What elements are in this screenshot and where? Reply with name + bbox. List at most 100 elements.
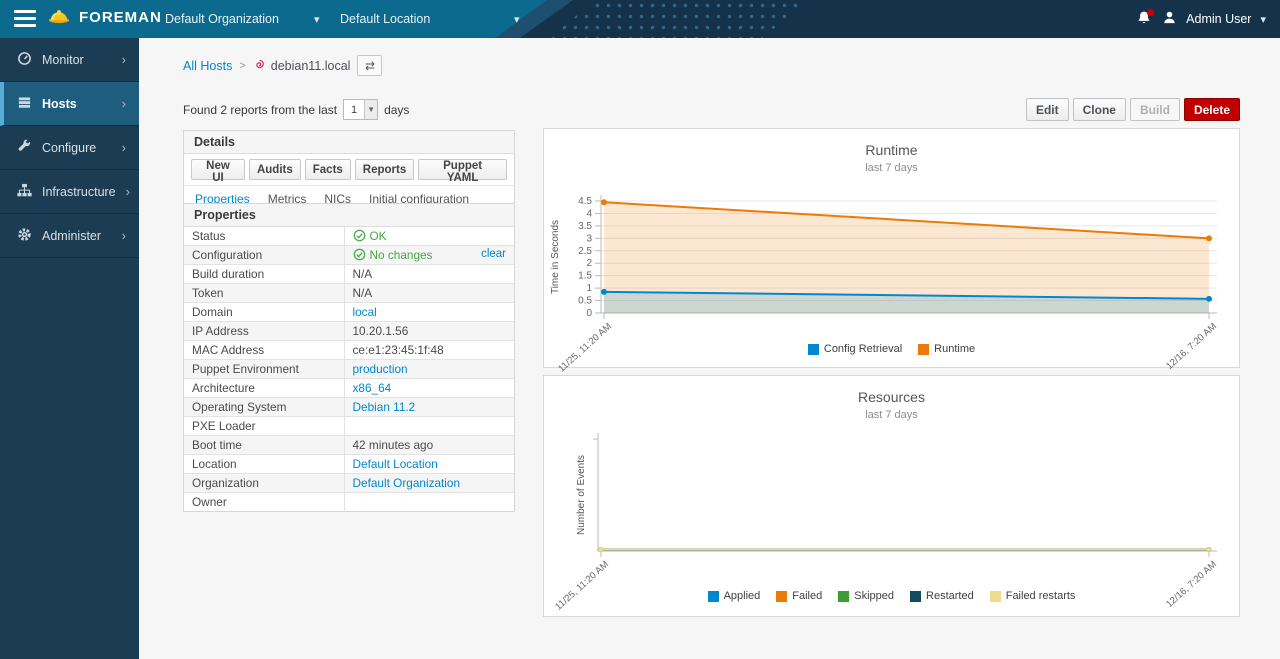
- legend-item-config-retrieval[interactable]: Config Retrieval: [808, 343, 902, 355]
- property-row-pxe-loader: PXE Loader: [184, 417, 514, 436]
- host-switcher-button[interactable]: ⇄: [357, 55, 382, 76]
- user-menu-caret-icon[interactable]: ▾: [1260, 13, 1266, 26]
- new-ui-button[interactable]: New UI: [191, 159, 245, 180]
- edit-button[interactable]: Edit: [1026, 98, 1069, 121]
- y-tick-label: 3.5: [578, 221, 592, 232]
- host-name: debian11.local: [271, 59, 351, 73]
- property-row-owner: Owner: [184, 493, 514, 512]
- delete-button[interactable]: Delete: [1184, 98, 1240, 121]
- user-avatar-icon[interactable]: [1162, 10, 1177, 28]
- sidebar-item-monitor[interactable]: Monitor›: [0, 38, 139, 82]
- hamburger-menu-icon[interactable]: [14, 10, 36, 27]
- property-value: [344, 493, 514, 512]
- property-row-token: TokenN/A: [184, 284, 514, 303]
- legend-item-restarted[interactable]: Restarted: [910, 590, 974, 602]
- legend-label: Config Retrieval: [824, 343, 902, 355]
- property-value: [344, 417, 514, 436]
- property-label: Configuration: [184, 246, 344, 265]
- property-label: Owner: [184, 493, 344, 512]
- breadcrumb-current-host: debian11.local: [253, 58, 351, 74]
- y-tick-label: 1.5: [578, 271, 592, 282]
- clear-link[interactable]: clear: [481, 248, 506, 260]
- sidebar-item-label: Hosts: [42, 97, 77, 111]
- legend-item-runtime[interactable]: Runtime: [918, 343, 975, 355]
- organization-caret-icon[interactable]: ▾: [314, 13, 320, 26]
- legend-item-applied[interactable]: Applied: [708, 590, 761, 602]
- audits-button[interactable]: Audits: [249, 159, 301, 180]
- resources-chart: Number of Events11/25, 11:20 AM12/16, 7:…: [544, 431, 1239, 599]
- y-tick-label: 0: [586, 308, 592, 319]
- sidebar-item-label: Monitor: [42, 53, 84, 67]
- property-row-location: Location Default Location: [184, 455, 514, 474]
- main-content: All Hosts > debian11.local ⇄ Found 2 rep…: [139, 38, 1280, 659]
- property-label: Architecture: [184, 379, 344, 398]
- legend-swatch: [838, 591, 849, 602]
- days-select-caret-icon: ▼: [364, 100, 377, 119]
- puppet-yaml-button[interactable]: Puppet YAML: [418, 159, 507, 180]
- organization-dropdown[interactable]: Default Organization: [165, 12, 279, 26]
- property-row-status: Status OK: [184, 227, 514, 246]
- days-select[interactable]: 1 ▼: [343, 99, 378, 120]
- sidebar-item-label: Configure: [42, 141, 96, 155]
- properties-table: Status OK ConfigurationNo changesclearBuil…: [184, 227, 514, 511]
- y-tick-label: 0.5: [578, 296, 592, 307]
- data-point: [601, 199, 607, 205]
- property-label: Build duration: [184, 265, 344, 284]
- legend-swatch: [776, 591, 787, 602]
- property-link[interactable]: local: [353, 305, 377, 319]
- property-row-ip-address: IP Address10.20.1.56: [184, 322, 514, 341]
- property-value: 10.20.1.56: [344, 322, 514, 341]
- facts-button[interactable]: Facts: [305, 159, 351, 180]
- sidebar-item-infrastructure[interactable]: Infrastructure›: [0, 170, 139, 214]
- report-text-after: days: [384, 103, 409, 117]
- property-link[interactable]: x86_64: [353, 381, 392, 395]
- user-name[interactable]: Admin User: [1186, 12, 1251, 26]
- breadcrumb-all-hosts-link[interactable]: All Hosts: [183, 59, 232, 73]
- check-circle-icon: [353, 229, 366, 243]
- monitor-icon: [17, 51, 32, 69]
- property-label: Location: [184, 455, 344, 474]
- data-point: [1206, 296, 1212, 302]
- property-row-configuration: ConfigurationNo changesclear: [184, 246, 514, 265]
- clone-button[interactable]: Clone: [1073, 98, 1126, 121]
- property-value: No changesclear: [344, 246, 514, 265]
- property-value: Default Location: [344, 455, 514, 474]
- host-action-buttons: EditCloneBuildDelete: [1026, 98, 1240, 121]
- legend-item-failed[interactable]: Failed: [776, 590, 822, 602]
- reports-button[interactable]: Reports: [355, 159, 414, 180]
- runtime-chart-legend: Config Retrieval Runtime: [544, 343, 1239, 355]
- property-label: Status: [184, 227, 344, 246]
- chevron-right-icon: ›: [122, 96, 139, 111]
- x-tick-label: 11/25, 11:20 AM: [553, 559, 611, 613]
- property-link[interactable]: Default Location: [353, 457, 438, 471]
- user-menu: Admin User ▾: [1136, 0, 1266, 38]
- legend-item-failed-restarts[interactable]: Failed restarts: [990, 590, 1076, 602]
- location-caret-icon[interactable]: ▾: [514, 13, 520, 26]
- sidebar-item-configure[interactable]: Configure›: [0, 126, 139, 170]
- property-link[interactable]: Debian 11.2: [353, 400, 416, 414]
- resources-chart-title: Resources: [544, 389, 1239, 405]
- foreman-hardhat-logo-icon: [47, 6, 71, 28]
- property-row-mac-address: MAC Addressce:e1:23:45:1f:48: [184, 341, 514, 360]
- legend-item-skipped[interactable]: Skipped: [838, 590, 894, 602]
- details-panel-title: Details: [184, 131, 514, 154]
- property-value: N/A: [344, 284, 514, 303]
- property-row-boot-time: Boot time42 minutes ago: [184, 436, 514, 455]
- y-tick-label: 2: [586, 258, 592, 269]
- property-link[interactable]: production: [353, 362, 408, 376]
- hosts-icon: [17, 95, 32, 113]
- notifications-bell-icon[interactable]: [1136, 10, 1153, 28]
- legend-label: Failed: [792, 590, 822, 602]
- brand[interactable]: FOREMAN: [47, 6, 162, 28]
- property-link[interactable]: Default Organization: [353, 476, 461, 490]
- property-row-operating-system: Operating SystemDebian 11.2: [184, 398, 514, 417]
- details-buttons-row: New UIAuditsFactsReportsPuppet YAML: [184, 154, 514, 186]
- sidebar-item-administer[interactable]: Administer›: [0, 214, 139, 258]
- sidebar-item-hosts[interactable]: Hosts ›: [0, 82, 139, 126]
- property-label: Domain: [184, 303, 344, 322]
- property-value: Default Organization: [344, 474, 514, 493]
- property-value: x86_64: [344, 379, 514, 398]
- location-dropdown[interactable]: Default Location: [340, 12, 430, 26]
- status-ok-value: OK: [353, 229, 387, 243]
- y-axis-label: Number of Events: [576, 455, 587, 535]
